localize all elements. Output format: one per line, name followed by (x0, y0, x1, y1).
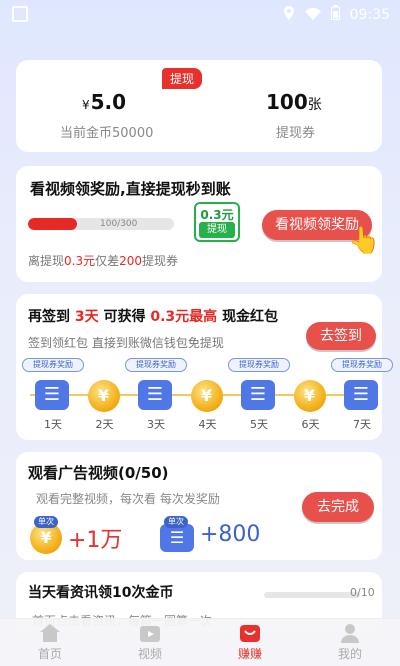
nav-label: 首页 (37, 647, 62, 661)
signin-title-p3: 现金红包 (222, 309, 279, 325)
wifi-icon (304, 5, 321, 24)
earn-icon (240, 625, 260, 642)
signin-title-p2: 可获得 (103, 309, 146, 325)
reward-amount: 0.3元 (200, 208, 234, 222)
balance-value: 5.0 (90, 90, 127, 114)
tickets-unit: 张 (307, 97, 322, 113)
news-progress-bar (264, 592, 360, 598)
ticket-reward-tag: 提现券奖励 (228, 358, 290, 372)
ticket-icon: ☰ (160, 524, 194, 552)
footer-suffix: 提现券 (142, 254, 179, 268)
ticket-icon: ☰ (35, 380, 69, 410)
tickets-label: 提现券 (276, 126, 316, 141)
withdraw-tag[interactable]: 提现 (162, 68, 203, 89)
balance-amount: ¥5.0 (82, 90, 126, 114)
footer-count: 200 (119, 254, 143, 268)
ads-reward-tickets: +800 (200, 522, 261, 547)
video-task-footer: 离提现0.3元仅差200提现券 (28, 252, 178, 269)
tickets-amount: 100张 (266, 90, 322, 114)
home-icon (40, 624, 60, 642)
coin-icon: ¥ (87, 380, 120, 412)
video-progress-fill (28, 218, 77, 230)
day-label: 3天 (147, 418, 165, 431)
ads-task-card: 观看广告视频(0/50) 观看完整视频，每次看 每次发奖励 ¥ 单次 +1万 ☰… (16, 452, 382, 560)
coin-icon: ¥ (190, 380, 223, 412)
day-label: 5天 (250, 418, 268, 431)
signin-subtitle: 签到领红包 直接到账微信钱包免提现 (28, 336, 224, 350)
balance-card: 提现 ¥5.0 当前金币50000 100张 提现券 (16, 60, 382, 152)
nav-label: 赚赚 (237, 647, 262, 661)
nav-label: 我的 (337, 647, 362, 661)
news-task-title: 当天看资讯领10次金币 (28, 585, 174, 601)
video-icon (140, 626, 160, 642)
status-time: 09:35 (349, 6, 390, 23)
day-label: 1天 (44, 418, 62, 431)
signin-title-amount: 0.3元最高 (150, 309, 218, 325)
day-label: 2天 (95, 418, 114, 431)
ticket-reward-tag: 提现券奖励 (22, 358, 84, 372)
ticket-icon: ☰ (138, 380, 172, 410)
ads-reward-coins: +1万 (68, 528, 123, 553)
nav-profile[interactable]: 我的 (300, 619, 400, 666)
ads-task-subtitle: 观看完整视频，每次看 每次发奖励 (36, 492, 220, 506)
news-progress-count: 0/10 (350, 586, 375, 599)
nav-earn[interactable]: 赚赚 (200, 619, 300, 666)
ticket-reward-tag: 提现券奖励 (331, 358, 393, 372)
ticket-icon: ☰ (344, 380, 378, 410)
tickets-value: 100 (266, 90, 308, 114)
nav-label: 视频 (137, 647, 162, 661)
nav-video[interactable]: 视频 (100, 619, 200, 666)
day-label: 4天 (198, 418, 217, 431)
nav-home[interactable]: 首页 (0, 619, 100, 666)
signin-title-days: 3天 (74, 309, 99, 325)
signin-title: 再签到 3天 可获得 0.3元最高 现金红包 (28, 306, 278, 326)
signin-button[interactable]: 去签到 (306, 322, 376, 350)
coins-label: 当前金币50000 (60, 126, 154, 141)
location-icon (283, 5, 295, 24)
bottom-nav: 首页 视频 赚赚 我的 (0, 618, 400, 666)
ticket-icon: ☰ (241, 380, 275, 410)
pointer-hand-icon: 👆 (348, 226, 381, 256)
footer-mid: 仅差 (95, 254, 120, 268)
video-progress-text: 100/300 (100, 219, 138, 229)
status-bar: 09:35 (0, 0, 400, 28)
reward-badge[interactable]: 0.3元 提现 (194, 202, 240, 242)
complete-button[interactable]: 去完成 (302, 492, 374, 522)
footer-amount: 0.3元 (64, 254, 96, 268)
video-progress-bar: 100/300 (28, 218, 174, 230)
day-label: 7天 (353, 418, 371, 431)
profile-icon (341, 624, 359, 643)
coin-icon: ¥ (293, 380, 326, 412)
battery-icon (330, 5, 340, 24)
video-task-title: 看视频领奖励,直接提现秒到账 (30, 180, 231, 198)
ticket-reward-tag: 提现券奖励 (125, 358, 187, 372)
ads-task-title: 观看广告视频(0/50) (28, 464, 169, 482)
signin-card: 再签到 3天 可获得 0.3元最高 现金红包 签到领红包 直接到账微信钱包免提现… (16, 294, 393, 440)
footer-prefix: 离提现 (28, 254, 65, 268)
single-tag: 单次 (34, 516, 58, 528)
signin-title-p1: 再签到 (28, 309, 70, 325)
notification-icon (12, 6, 28, 22)
single-tag: 单次 (164, 516, 188, 528)
video-task-card: 看视频领奖励,直接提现秒到账 100/300 0.3元 提现 看视频领奖励 👆 … (16, 166, 382, 282)
currency-symbol: ¥ (82, 98, 90, 112)
day-label: 6天 (301, 418, 320, 431)
reward-withdraw-button[interactable]: 提现 (199, 222, 235, 238)
